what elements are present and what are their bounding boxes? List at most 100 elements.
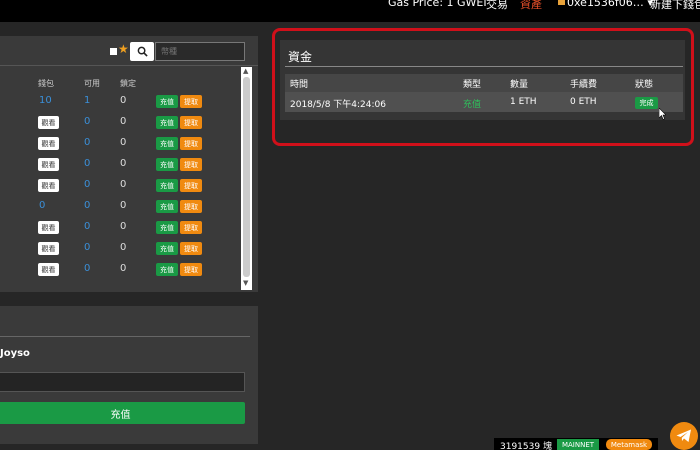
deposit-submit-button[interactable]: 充值 [0, 402, 245, 424]
withdraw-button[interactable]: 提取 [180, 263, 202, 276]
column-header-time: 時間 [290, 80, 309, 90]
table-row: 0 0 0 充值 提取 [0, 197, 240, 218]
withdraw-button[interactable]: 提取 [180, 158, 202, 171]
column-header-fee: 手續費 [570, 80, 598, 90]
view-button[interactable]: 觀看 [38, 221, 59, 234]
deposit-button[interactable]: 充值 [156, 116, 178, 129]
wallet-balance[interactable]: 0 [39, 200, 45, 211]
search-button[interactable] [130, 42, 154, 61]
deposit-button[interactable]: 充值 [156, 158, 178, 171]
withdraw-button[interactable]: 提取 [180, 242, 202, 255]
table-row: 觀看 0 0 充值 提取 [0, 176, 240, 197]
locked-balance: 0 [120, 179, 127, 190]
view-button[interactable]: 觀看 [38, 116, 59, 129]
telegram-icon[interactable] [670, 422, 698, 450]
scroll-up-icon[interactable]: ▲ [243, 67, 248, 75]
available-balance[interactable]: 0 [84, 242, 90, 253]
account-menu[interactable]: 0xe1536f06… ▾ [558, 0, 653, 9]
column-header-type: 類型 [463, 80, 482, 90]
record-amount: 1 ETH [510, 97, 537, 107]
deposit-button[interactable]: 充值 [156, 263, 178, 276]
wallet-scrollbar[interactable]: ▲ ▼ [241, 67, 252, 290]
account-address: 0xe1536f06… [567, 0, 644, 9]
status-bar: 3191539 塊 MAINNET Metamask [494, 438, 658, 450]
status-badge: 完成 [635, 97, 658, 109]
locked-balance: 0 [120, 200, 127, 211]
view-button[interactable]: 觀看 [38, 158, 59, 171]
nav-trade[interactable]: 交易 [486, 0, 508, 12]
record-fee: 0 ETH [570, 97, 597, 107]
column-header-locked: 鎖定 [120, 79, 136, 88]
wallet-provider-badge: Metamask [606, 439, 652, 450]
wallet-panel: ★ 錢包 可用 鎖定 10 1 0 充值 提取 觀看 0 0 充值 提取 觀看 … [0, 36, 258, 292]
available-balance[interactable]: 0 [84, 116, 90, 127]
search-input[interactable] [155, 42, 245, 61]
deposit-button[interactable]: 充值 [156, 95, 178, 108]
withdraw-button[interactable]: 提取 [180, 221, 202, 234]
network-badge: MAINNET [557, 439, 599, 450]
table-row: 觀看 0 0 充值 提取 [0, 134, 240, 155]
locked-balance: 0 [120, 116, 127, 127]
funds-panel: 資金 時間 類型 數量 手續費 狀態 2018/5/8 下午4:24:06 充值… [280, 40, 685, 120]
block-number: 3191539 塊 [500, 442, 552, 450]
available-balance[interactable]: 1 [84, 95, 90, 106]
search-icon [137, 46, 148, 57]
table-row: 10 1 0 充值 提取 [0, 92, 240, 113]
record-type: 充值 [463, 100, 482, 110]
locked-balance: 0 [120, 158, 127, 169]
locked-balance: 0 [120, 95, 127, 106]
deposit-button[interactable]: 充值 [156, 242, 178, 255]
locked-balance: 0 [120, 263, 127, 274]
column-header-wallet: 錢包 [38, 79, 54, 88]
withdraw-button[interactable]: 提取 [180, 95, 202, 108]
token-name: Joyso [0, 348, 30, 359]
wallet-toolbar: ★ [0, 36, 258, 66]
table-row: 觀看 0 0 充值 提取 [0, 239, 240, 260]
withdraw-button[interactable]: 提取 [180, 116, 202, 129]
mouse-cursor-icon [659, 108, 666, 120]
table-row: 觀看 0 0 充值 提取 [0, 113, 240, 134]
new-wallet-link[interactable]: 新建下錢包 [650, 0, 700, 12]
available-balance[interactable]: 0 [84, 221, 90, 232]
withdraw-button[interactable]: 提取 [180, 200, 202, 213]
star-icon: ★ [118, 42, 129, 56]
deposit-button[interactable]: 充值 [156, 179, 178, 192]
scroll-down-icon[interactable]: ▼ [243, 279, 248, 287]
table-row: 觀看 0 0 充值 提取 [0, 260, 240, 281]
deposit-button[interactable]: 充值 [156, 137, 178, 150]
funds-table-header: 時間 類型 數量 手續費 狀態 [285, 74, 683, 92]
view-button[interactable]: 觀看 [38, 137, 59, 150]
available-balance[interactable]: 0 [84, 200, 90, 211]
funds-title: 資金 [288, 50, 313, 64]
panel-divider [0, 336, 250, 337]
scroll-thumb[interactable] [243, 77, 250, 277]
view-button[interactable]: 觀看 [38, 242, 59, 255]
nav-assets[interactable]: 資產 [520, 0, 542, 12]
withdraw-button[interactable]: 提取 [180, 137, 202, 150]
withdraw-button[interactable]: 提取 [180, 179, 202, 192]
available-balance[interactable]: 0 [84, 263, 90, 274]
deposit-button[interactable]: 充值 [156, 221, 178, 234]
view-button[interactable]: 觀看 [38, 179, 59, 192]
table-row: 2018/5/8 下午4:24:06 充值 1 ETH 0 ETH 完成 [285, 92, 683, 112]
column-header-status: 狀態 [635, 80, 654, 90]
table-row: 觀看 0 0 充值 提取 [0, 218, 240, 239]
deposit-amount-input[interactable] [0, 372, 245, 392]
available-balance[interactable]: 0 [84, 158, 90, 169]
column-header-amount: 數量 [510, 80, 529, 90]
available-balance[interactable]: 0 [84, 179, 90, 190]
gas-price: Gas Price: 1 GWEI [388, 0, 487, 9]
funds-divider [285, 66, 683, 67]
table-row: 觀看 0 0 充值 提取 [0, 155, 240, 176]
account-icon [558, 0, 565, 5]
locked-balance: 0 [120, 242, 127, 253]
top-bar: Gas Price: 1 GWEI 交易 資產 0xe1536f06… ▾ 新建… [0, 0, 700, 22]
favorite-checkbox[interactable] [110, 48, 117, 55]
available-balance[interactable]: 0 [84, 137, 90, 148]
record-time: 2018/5/8 下午4:24:06 [290, 100, 386, 110]
view-button[interactable]: 觀看 [38, 263, 59, 276]
deposit-panel: Joyso 充值 [0, 306, 258, 444]
deposit-button[interactable]: 充值 [156, 200, 178, 213]
column-header-available: 可用 [84, 79, 100, 88]
wallet-balance[interactable]: 10 [39, 95, 52, 106]
